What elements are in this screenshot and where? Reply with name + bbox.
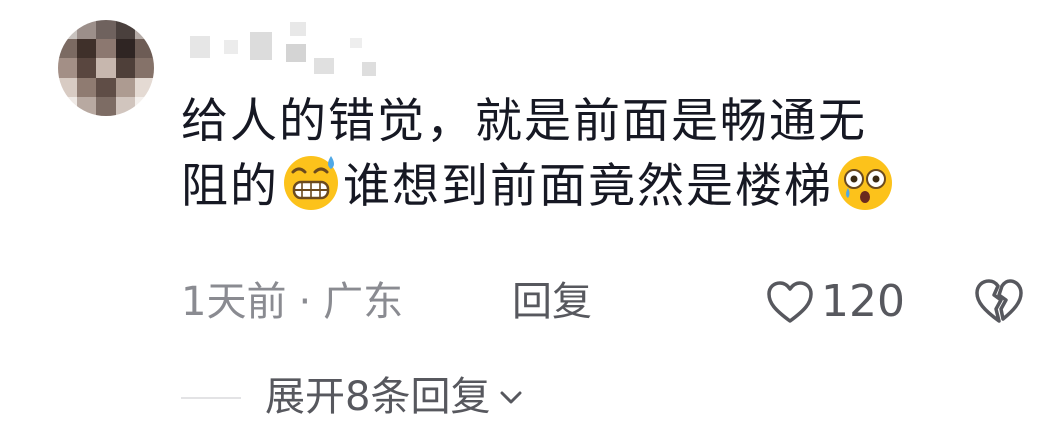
expand-divider <box>181 397 241 399</box>
comment-location: 广东 <box>323 279 404 325</box>
chevron-down-icon <box>500 391 522 404</box>
comment-line-2-start: 阻的 <box>181 159 279 214</box>
comment-meta: 1天前 · 广东 <box>181 272 403 332</box>
meta-separator: · <box>298 279 312 325</box>
heart-outline-icon <box>767 281 813 323</box>
like-button[interactable]: 120 <box>765 272 905 332</box>
broken-heart-icon[interactable] <box>972 276 1026 326</box>
expand-replies-button[interactable]: 展开8条回复 <box>265 367 526 427</box>
expand-replies-label: 展开8条回复 <box>265 374 491 420</box>
grinning-sweat-emoji <box>284 156 338 210</box>
username-redacted[interactable] <box>190 22 390 78</box>
avatar[interactable] <box>58 20 154 116</box>
reply-button[interactable]: 回复 <box>512 272 592 332</box>
comment-line-1: 给人的错觉，就是前面是畅通无 <box>181 94 867 149</box>
comment-time: 1天前 <box>181 279 287 325</box>
astonished-tear-emoji <box>838 156 892 210</box>
comment-line-2-mid: 谁想到前面竟然是楼梯 <box>343 159 833 214</box>
comment-line-2: 阻的 谁想到前面竟然是楼梯 <box>181 152 1041 217</box>
like-count: 120 <box>821 276 905 327</box>
comment-text: 给人的错觉，就是前面是畅通无 阻的 谁想到前面竟然是楼梯 <box>181 92 1041 217</box>
